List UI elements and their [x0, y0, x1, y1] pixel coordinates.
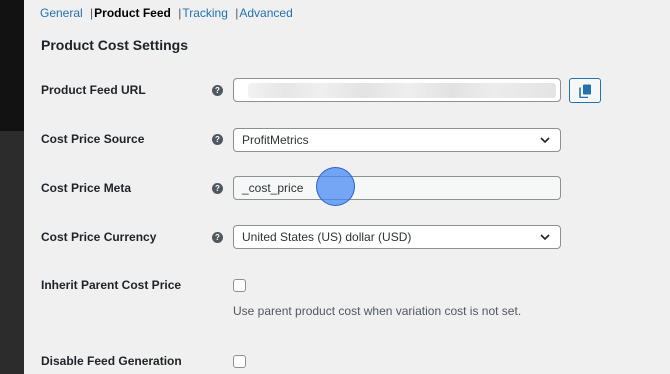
product-feed-url-field[interactable] [233, 78, 561, 102]
help-icon[interactable]: ? [212, 134, 223, 145]
help-icon[interactable]: ? [212, 183, 223, 194]
cost-price-currency-label: Cost Price Currency [41, 230, 157, 244]
redacted-url-blur [248, 83, 556, 98]
settings-tabs: General |Product Feed |Tracking |Advance… [40, 6, 293, 20]
section-title: Product Cost Settings [41, 37, 189, 53]
cost-price-currency-select[interactable]: United States (US) dollar (USD) [233, 225, 561, 249]
inherit-parent-cost-price-label: Inherit Parent Cost Price [41, 278, 182, 292]
disable-feed-generation-label: Disable Feed Generation [41, 354, 182, 368]
chevron-down-icon [540, 137, 550, 144]
product-feed-url-label: Product Feed URL [41, 83, 146, 97]
cost-price-meta-label: Cost Price Meta [41, 181, 132, 195]
cost-price-source-select[interactable]: ProfitMetrics [233, 128, 561, 152]
tab-advanced[interactable]: Advanced [239, 6, 292, 20]
tab-separator: | [90, 6, 94, 20]
admin-sidebar-top [0, 0, 24, 131]
tab-tracking[interactable]: Tracking [182, 6, 228, 20]
copy-url-button[interactable] [569, 78, 601, 103]
cost-price-source-label: Cost Price Source [41, 132, 145, 146]
copy-icon [579, 84, 591, 98]
help-icon[interactable]: ? [212, 232, 223, 243]
cost-price-source-value: ProfitMetrics [242, 133, 309, 147]
inherit-parent-cost-price-description: Use parent product cost when variation c… [233, 304, 522, 318]
cost-price-meta-value: _cost_price [242, 181, 304, 195]
chevron-down-icon [540, 234, 550, 241]
tab-product-feed[interactable]: Product Feed [94, 6, 171, 20]
help-icon[interactable]: ? [212, 85, 223, 96]
cost-price-meta-input[interactable]: _cost_price [233, 176, 561, 200]
cost-price-currency-value: United States (US) dollar (USD) [242, 230, 412, 244]
tab-general[interactable]: General [40, 6, 83, 20]
admin-sidebar [0, 0, 24, 374]
disable-feed-generation-checkbox[interactable] [233, 355, 246, 368]
inherit-parent-cost-price-checkbox[interactable] [233, 279, 246, 292]
